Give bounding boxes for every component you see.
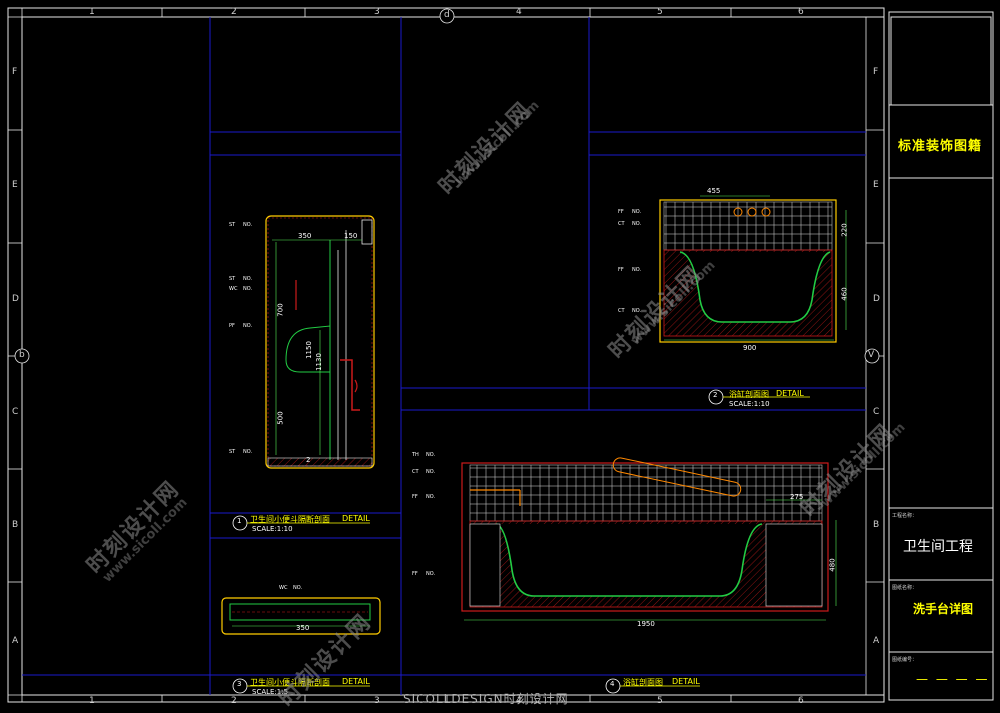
number-label: 图纸编号： [892, 657, 918, 663]
dim-tub-large-480: 480 [828, 558, 837, 572]
tag-tub-large-no-1: NO. [426, 452, 436, 458]
urinal-section[interactable] [265, 215, 375, 469]
grid-row-e: E [12, 180, 18, 190]
dim-urinal-1150: 1150 [304, 341, 313, 359]
grid-col-2-bottom: 2 [231, 696, 237, 706]
grid-col-5-bottom: 5 [657, 696, 663, 706]
grid-row-f: F [12, 67, 18, 77]
dim-urinal-width: 350 [298, 232, 312, 240]
dim-urinal-2: 2 [306, 456, 311, 464]
tag-urinal-pf: PF [229, 323, 235, 329]
tag-urinal-wc: WC [229, 286, 238, 292]
grid-col-3-bottom: 3 [374, 696, 380, 706]
dim-tub-small-220: 220 [840, 223, 849, 237]
tag-plan-no: NO. [293, 585, 303, 591]
tag-tub-large-ff-1: FF [412, 494, 418, 500]
tag-tub-small-no-2: NO. [632, 221, 642, 227]
grid-col-4: 4 [516, 7, 522, 17]
tag-urinal-st-3: ST [229, 449, 236, 455]
grid-row-b: B [12, 520, 19, 530]
dim-tub-small-455: 455 [707, 187, 721, 195]
dim-urinal-500: 500 [276, 411, 285, 425]
dim-tub-large-1950: 1950 [637, 620, 655, 628]
grid-col-2: 2 [231, 7, 237, 17]
tag-urinal-no-5: NO. [243, 449, 253, 455]
grid-row-c: C [12, 407, 19, 417]
tag-tub-small-ct-1: CT [618, 221, 625, 227]
detail-3-number: 3 [237, 680, 242, 688]
detail-2-tag: DETAIL [776, 389, 804, 398]
detail-4-number: 4 [610, 680, 615, 688]
tub-section-large[interactable] [461, 457, 837, 621]
tag-tub-small-ct-2: CT [618, 308, 625, 314]
grid-row-a: A [12, 636, 19, 646]
detail-1-number: 1 [237, 517, 242, 525]
tag-urinal-st-1: ST [229, 222, 236, 228]
grid-col-5: 5 [657, 7, 663, 17]
tag-tub-large-no-3: NO. [426, 494, 436, 500]
tag-urinal-no-4: NO. [243, 323, 253, 329]
project-label: 工程名称： [892, 513, 918, 519]
dim-tub-small-900: 900 [743, 344, 757, 352]
drawing-label: 图纸名称： [892, 585, 918, 591]
tag-urinal-st-2: ST [229, 276, 236, 282]
dim-urinal-700: 700 [276, 303, 285, 317]
grid-row-f-right: F [873, 67, 879, 77]
dim-plan-width: 350 [296, 624, 310, 632]
detail-1-scale: SCALE:1:10 [252, 525, 293, 533]
detail-1-tag: DETAIL [342, 514, 370, 523]
tag-urinal-no-1: NO. [243, 222, 253, 228]
grid-row-b-right: B [873, 520, 880, 530]
detail-4-title[interactable]: 浴缸剖面图 [623, 677, 663, 688]
detail-2-title[interactable]: 浴缸剖面图 [729, 389, 769, 400]
axis-label-left: b [19, 350, 25, 360]
drawing-name: 洗手台详图 [913, 602, 974, 616]
tag-tub-small-ff-1: FF [618, 209, 624, 215]
tag-tub-large-ff-2: FF [412, 571, 418, 577]
dim-tub-small-460: 460 [840, 287, 849, 301]
tag-tub-large-ct: CT [412, 469, 419, 475]
project-name: 卫生间工程 [903, 539, 973, 555]
tag-plan-wc: WC [279, 585, 288, 591]
tag-urinal-no-2: NO. [243, 276, 253, 282]
grid-row-d-right: D [873, 294, 880, 304]
detail-3-tag: DETAIL [342, 677, 370, 686]
grid-row-a-right: A [873, 636, 880, 646]
tag-urinal-no-3: NO. [243, 286, 253, 292]
cad-drawing-canvas[interactable]: 1 2 3 4 5 6 1 2 3 4 5 6 F E D C B A F E … [0, 0, 1000, 712]
tag-tub-large-no-4: NO. [426, 571, 436, 577]
grid-col-6-bottom: 6 [798, 696, 804, 706]
detail-2-scale: SCALE:1:10 [729, 400, 770, 408]
grid-col-3: 3 [374, 7, 380, 17]
tag-tub-small-no-3: NO. [632, 267, 642, 273]
tag-tub-large-no-2: NO. [426, 469, 436, 475]
tag-tub-small-ff-2: FF [618, 267, 624, 273]
grid-row-e-right: E [873, 180, 879, 190]
grid-col-6: 6 [798, 7, 804, 17]
axis-label-top: d [444, 10, 450, 20]
tag-tub-small-no-1: NO. [632, 209, 642, 215]
title-block-frame [888, 11, 994, 701]
grid-col-1-bottom: 1 [89, 696, 95, 706]
drawing-number: — — — — [916, 672, 990, 686]
grid-row-d: D [12, 294, 19, 304]
detail-1-title[interactable]: 卫生间小便斗隔断剖面 [250, 514, 330, 525]
grid-col-1: 1 [89, 7, 95, 17]
tag-tub-large-th: TH [412, 452, 419, 458]
title-block-title: 标准装饰图籍 [898, 139, 983, 154]
detail-4-tag: DETAIL [672, 677, 700, 686]
dim-urinal-1130: 1130 [314, 353, 323, 371]
detail-2-number: 2 [713, 391, 718, 399]
axis-label-right: V [868, 350, 875, 360]
footer-brand: SICOLLDESIGN时刻设计网 [403, 692, 569, 706]
dim-urinal-wall: 150 [344, 232, 358, 240]
